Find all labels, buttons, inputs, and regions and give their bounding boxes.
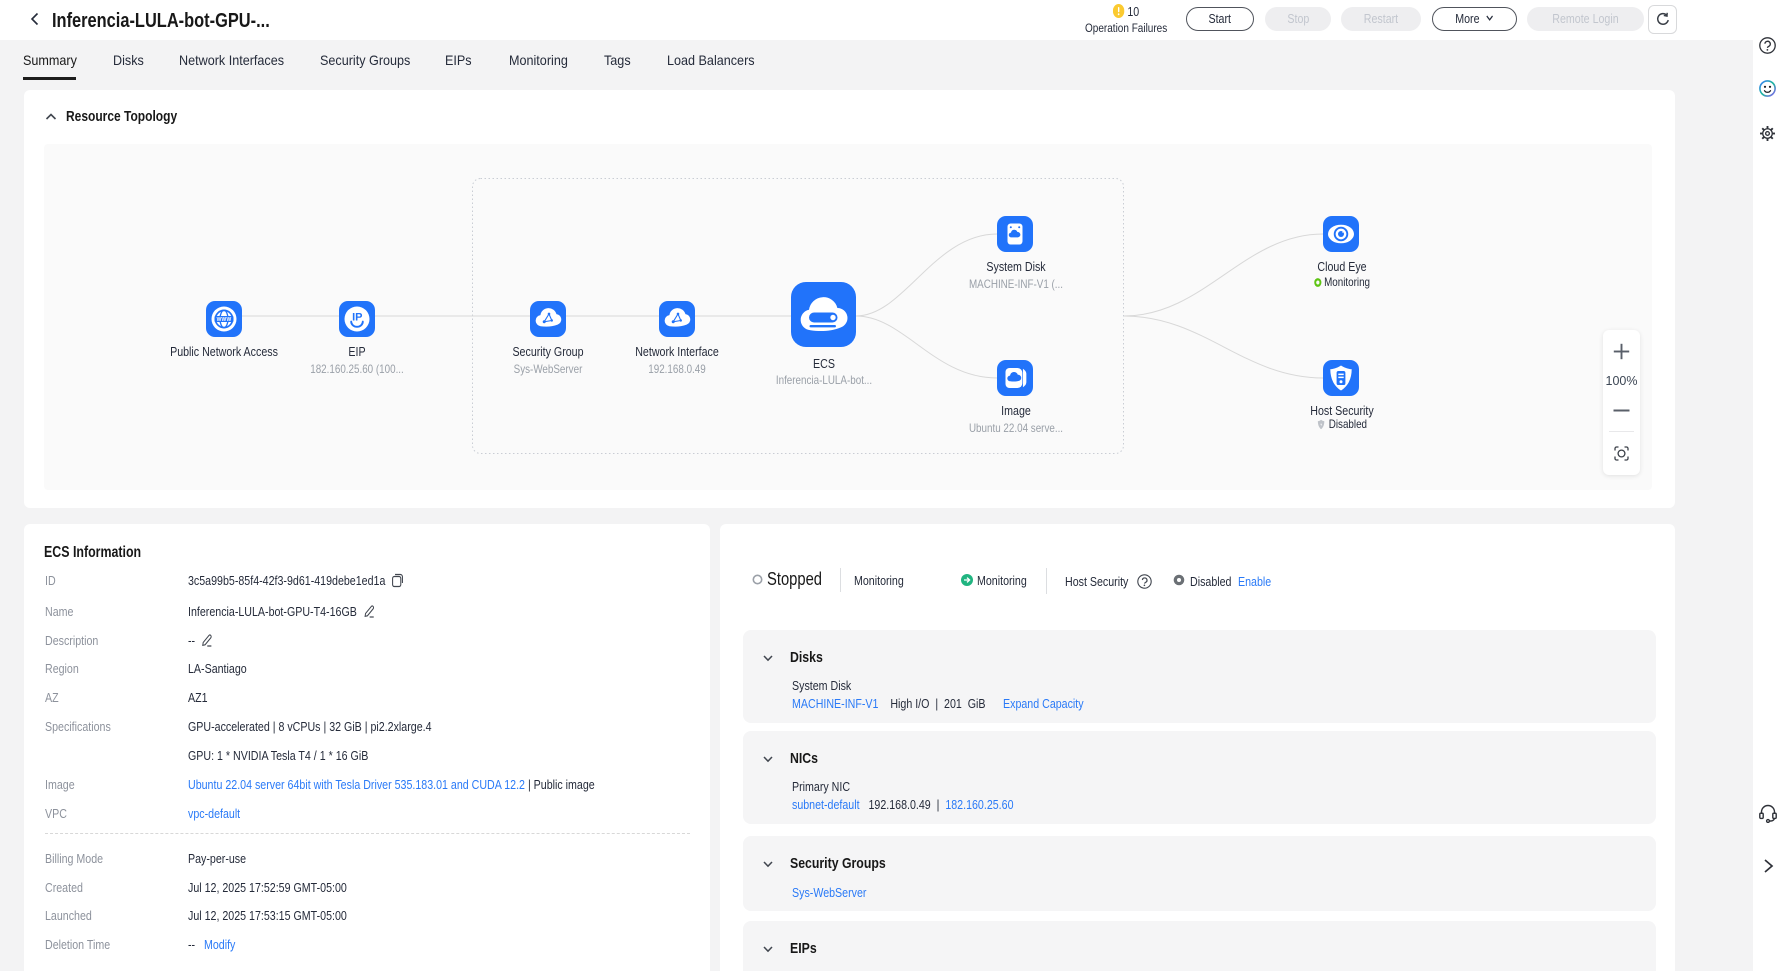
svg-text:IP: IP — [352, 311, 362, 323]
svg-text:WWW: WWW — [217, 317, 232, 323]
